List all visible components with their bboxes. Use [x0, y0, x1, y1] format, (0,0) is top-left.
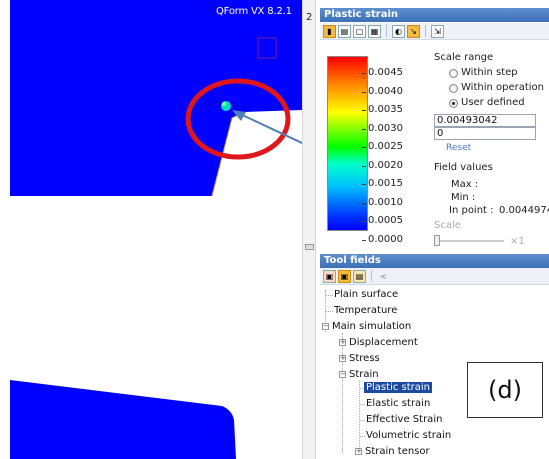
grid-icon[interactable]: ▦ — [368, 24, 381, 38]
tool-fields-title: Tool fields — [320, 254, 549, 268]
tree-item-strain[interactable]: − Strain — [339, 369, 379, 380]
contour-icon[interactable]: ▤ — [338, 24, 351, 38]
tree-item-main-simulation[interactable]: − Main simulation — [322, 321, 411, 332]
scale-tick: 0.0045 — [362, 67, 403, 78]
scale-label: Scale — [434, 220, 461, 231]
max-range-input[interactable]: 0.00493042 — [434, 114, 536, 127]
in-point-value: 0.00449745 — [499, 205, 549, 216]
pointer-icon[interactable]: ↘ — [407, 24, 420, 38]
field-values-label: Field values — [434, 162, 493, 173]
viewport-canvas — [10, 0, 302, 459]
tree-item-plain-surface[interactable]: Plain surface — [334, 289, 398, 300]
scale-tick: 0.0010 — [362, 197, 403, 208]
half-shade-icon[interactable]: ◐ — [392, 24, 405, 38]
splitter-grip[interactable] — [305, 244, 314, 250]
scale-tick: 0.0000 — [362, 234, 403, 245]
color-scale-bar — [327, 56, 368, 231]
scale-range-label: Scale range — [434, 52, 494, 63]
simulation-viewport[interactable]: QForm VX 8.2.1 — [0, 0, 302, 459]
scale-tick: 0.0020 — [362, 160, 403, 171]
expand-icon[interactable]: + — [355, 447, 362, 455]
expand-icon[interactable]: + — [339, 338, 346, 346]
within-operation-radio[interactable] — [449, 84, 458, 93]
scale-slider-thumb[interactable] — [434, 235, 440, 246]
scale-tick: 0.0005 — [362, 215, 403, 226]
tree-item-effective-strain[interactable]: Effective Strain — [366, 414, 442, 425]
within-step-label[interactable]: Within step — [461, 67, 518, 78]
tool-volume-icon[interactable]: ▣ — [338, 269, 351, 283]
min-range-input[interactable]: 0 — [434, 127, 536, 140]
plastic-strain-toolbar: ▮ ▤ ▢ ▦ ◐ ↘ ⇲ — [320, 23, 549, 40]
scale-tick: 0.0015 — [362, 178, 403, 189]
upper-tool-shape — [10, 0, 302, 196]
panel-number: 2 — [306, 12, 313, 23]
tree-item-displacement[interactable]: + Displacement — [339, 337, 418, 348]
scale-multiplier: ×1 — [510, 236, 525, 247]
tree-item-elastic-strain[interactable]: Elastic strain — [366, 398, 430, 409]
in-point-label: In point : — [449, 205, 494, 216]
scale-tick: 0.0030 — [362, 123, 403, 134]
export-icon[interactable]: ⇲ — [431, 24, 444, 38]
plastic-strain-title: Plastic strain — [320, 8, 549, 22]
tree-item-strain-tensor[interactable]: + Strain tensor — [355, 446, 430, 457]
tree-item-temperature[interactable]: Temperature — [334, 305, 397, 316]
figure-label: (d) — [467, 362, 543, 418]
scale-tick: 0.0035 — [362, 104, 403, 115]
reset-link[interactable]: Reset — [446, 143, 471, 153]
tool-section-icon[interactable]: ▤ — [353, 269, 366, 283]
isoline-icon[interactable]: ▢ — [353, 24, 366, 38]
panel-splitter[interactable]: 2 — [302, 0, 316, 459]
min-label: Min : — [451, 192, 476, 203]
within-step-radio[interactable] — [449, 69, 458, 78]
strain-hotspot — [221, 101, 231, 111]
expand-icon[interactable]: + — [339, 354, 346, 362]
user-defined-label[interactable]: User defined — [461, 97, 525, 108]
app-title: QForm VX 8.2.1 — [216, 6, 292, 17]
lower-tool-shape — [10, 380, 236, 459]
color-map-icon[interactable]: ▮ — [323, 24, 336, 38]
max-label: Max : — [451, 179, 479, 190]
share-icon[interactable]: < — [377, 270, 390, 283]
scale-slider-track[interactable] — [434, 240, 504, 242]
scale-tick: 0.0040 — [362, 86, 403, 97]
tree-item-stress[interactable]: + Stress — [339, 353, 380, 364]
tool-surface-icon[interactable]: ▣ — [323, 269, 336, 283]
user-defined-radio[interactable] — [449, 99, 458, 108]
within-operation-label[interactable]: Within operation — [461, 82, 544, 93]
collapse-icon[interactable]: − — [339, 370, 346, 378]
collapse-icon[interactable]: − — [322, 322, 329, 330]
tree-item-volumetric-strain[interactable]: Volumetric strain — [366, 430, 451, 441]
tool-fields-toolbar: ▣ ▣ ▤ < — [320, 268, 549, 285]
scale-tick: 0.0025 — [362, 141, 403, 152]
pointer-arrow — [235, 111, 302, 145]
tree-item-plastic-strain[interactable]: Plastic strain — [364, 382, 433, 393]
